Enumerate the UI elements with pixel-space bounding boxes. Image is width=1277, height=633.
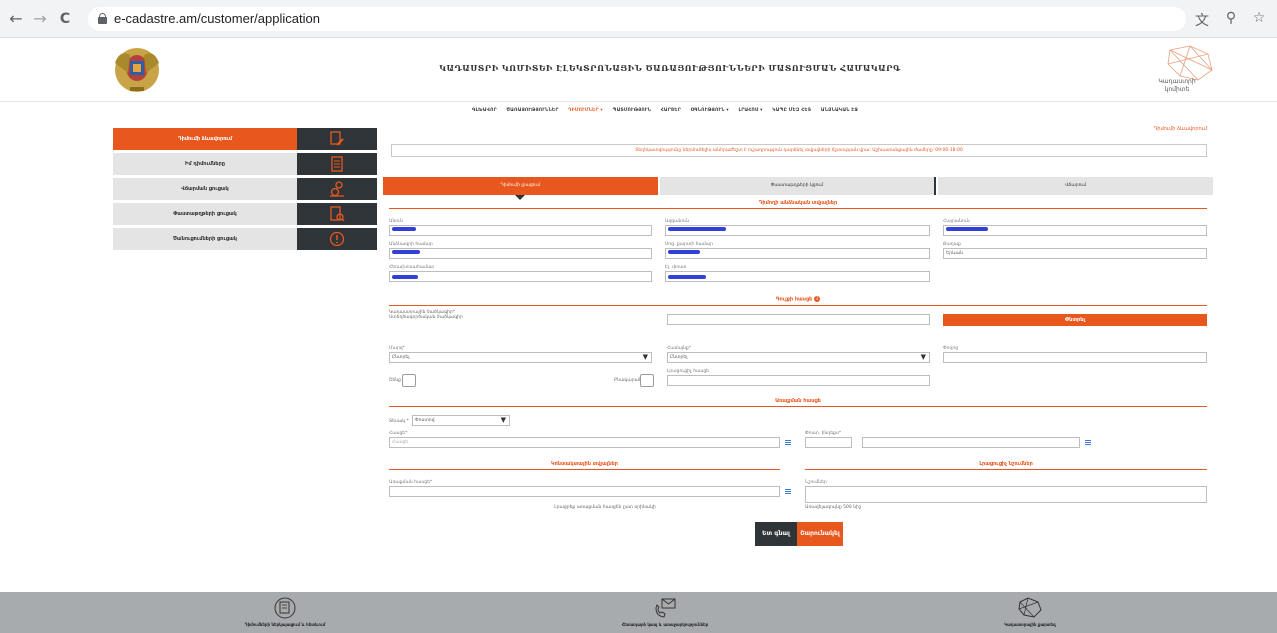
sidebar-item-documents[interactable]: Փաստաթղթերի ցուցակ bbox=[113, 203, 377, 225]
name-field[interactable]: Անուն bbox=[389, 218, 652, 236]
sidebar-item-payments[interactable]: Վճարման ցուցակ bbox=[113, 178, 377, 200]
tab-payment[interactable]: Վճարում bbox=[936, 177, 1214, 195]
phone-field[interactable]: Հեռախոսահամար bbox=[389, 264, 652, 282]
site-footer: Դիմումների ներկայացում և հետևում Հետադար… bbox=[0, 592, 1277, 633]
info-icon[interactable]: i bbox=[814, 296, 821, 302]
reload-icon[interactable]: C bbox=[55, 9, 75, 29]
chevron-down-icon: ▼ bbox=[920, 353, 926, 361]
redacted-mark bbox=[668, 250, 700, 254]
tab-fill-application[interactable]: Դիմումի լրացում bbox=[383, 177, 658, 200]
additional-address-field[interactable]: Լրացուցիչ հասցե bbox=[667, 368, 930, 386]
tab-attach-documents[interactable]: Փաստաթղթերի կցում bbox=[657, 177, 937, 195]
topmenu-profile[interactable]: ԱՆՁՆԱԿԱՆ ԷՋ bbox=[821, 108, 858, 113]
topmenu-faq[interactable]: ՀԱՐՑԵՐ bbox=[661, 108, 681, 113]
redacted-mark bbox=[946, 227, 988, 231]
coat-of-arms-icon bbox=[115, 48, 159, 92]
sidebar: Դիմումի ձևավորում Իմ դիմումները Վճարման … bbox=[113, 128, 377, 253]
list-icon[interactable] bbox=[785, 440, 791, 446]
apartment-label: Բնակարան bbox=[614, 378, 642, 383]
footer-item-map[interactable]: Կադաստրային քարտեզ bbox=[950, 596, 1110, 627]
document-list-icon bbox=[331, 156, 343, 172]
map-icon bbox=[1018, 597, 1042, 618]
city-field[interactable]: Քաղաք Երևան bbox=[943, 241, 1207, 259]
redacted-mark bbox=[392, 227, 416, 231]
topmenu-applications[interactable]: ԴԻՄՈՒՄՆԵՐ ▾ bbox=[568, 108, 603, 113]
site-title: ԿԱԴԱՍՏՐԻ ԿՈՄԻՏԵԻ ԷԼԵԿՏՐՈՆԱՅԻՆ ԾԱՌԱՅՈՒԹՅՈ… bbox=[439, 63, 901, 73]
footer-item-feedback[interactable]: Հետադարձ կապ և առաջարկություններ bbox=[585, 596, 745, 627]
street-field[interactable]: Փողոց bbox=[943, 345, 1207, 363]
delivery-type-select[interactable]: Փոստով ▼ bbox=[412, 415, 510, 426]
section-extra-title: Լրացուցիչ նշումներ bbox=[805, 461, 1207, 470]
page-title: Դիմումի ձևավորում bbox=[1153, 126, 1207, 132]
topmenu-history[interactable]: ՊԱՏՄՈՒԹՅՈՒՆ bbox=[613, 108, 652, 113]
delivery-address-field[interactable]: Առաքման հասցե* bbox=[389, 479, 780, 497]
main-content: Դիմումի ձևավորում Տեղեկատվությունը ներմո… bbox=[383, 124, 1214, 534]
comment-field[interactable]: Նշումներ bbox=[805, 479, 1207, 503]
post-index-field[interactable]: Փոստ. ինդեքս* bbox=[805, 430, 852, 448]
envelope-phone-icon bbox=[655, 598, 676, 618]
back-icon[interactable]: ← bbox=[6, 9, 26, 29]
url-text: e-cadastre.am/customer/application bbox=[114, 11, 320, 26]
list-icon[interactable] bbox=[1085, 440, 1091, 446]
next-button[interactable]: Շարունակել bbox=[797, 522, 843, 546]
footer-item-applications[interactable]: Դիմումների ներկայացում և հետևում bbox=[205, 596, 365, 627]
document-edit-icon bbox=[330, 131, 344, 146]
coins-icon bbox=[330, 181, 344, 197]
top-navigation: ԳԼԽԱՎՈՐ ԾԱՌԱՅՈՒԹՅՈՒՆՆԵՐ ԴԻՄՈՒՄՆԵՐ ▾ ՊԱՏՄ… bbox=[300, 108, 1030, 113]
translate-icon[interactable]: 文 bbox=[1193, 10, 1211, 30]
topmenu-news[interactable]: ԼՐԱՀՈՍ ▾ bbox=[739, 108, 763, 113]
apartment-input[interactable] bbox=[640, 374, 654, 387]
email-field[interactable]: Էլ. փոստ bbox=[665, 264, 930, 282]
sidebar-item-my-applications[interactable]: Իմ դիմումները bbox=[113, 153, 377, 175]
cadastre-code-input[interactable] bbox=[667, 314, 930, 325]
patronymic-field[interactable]: Հայրանուն bbox=[943, 218, 1207, 236]
chevron-down-icon: ▼ bbox=[642, 353, 648, 361]
ssn-field[interactable]: Սոց. քարտի համար bbox=[665, 241, 930, 259]
bookmark-star-icon[interactable]: ☆ bbox=[1250, 10, 1268, 26]
redacted-mark bbox=[668, 275, 706, 279]
delivery-type-label: Տեսակ * bbox=[389, 419, 409, 424]
topmenu-help[interactable]: ՕԳՆՈՒԹՅՈՒՆ ▾ bbox=[691, 108, 729, 113]
lock-icon bbox=[98, 13, 107, 24]
building-label: Շենք bbox=[389, 378, 401, 383]
cadastre-code-label: Կադաստրային ծածկագիր* Ստեղծագործական ծած… bbox=[389, 310, 463, 320]
browser-toolbar: ← → C e-cadastre.am/customer/application… bbox=[0, 0, 1277, 38]
step-tabs: Դիմումի լրացում Փաստաթղթերի կցում Վճարու… bbox=[383, 177, 1214, 200]
section-property-title: Գույքի հասցե i bbox=[389, 296, 1207, 306]
application-tracking-icon bbox=[274, 597, 296, 619]
topmenu-contact[interactable]: ԿԱՊԸ ՄԵԶ ՀԵՏ bbox=[772, 108, 811, 113]
topmenu-services[interactable]: ԾԱՌԱՅՈՒԹՅՈՒՆՆԵՐ bbox=[506, 108, 558, 113]
site-header: ԿԱԴԱՍՏՐԻ ԿՈՄԻՏԵԻ ԷԼԵԿՏՐՈՆԱՅԻՆ ԾԱՌԱՅՈՒԹՅՈ… bbox=[0, 38, 1277, 102]
search-button[interactable]: Փնտրել bbox=[943, 314, 1207, 326]
document-search-icon bbox=[330, 206, 345, 222]
list-icon[interactable] bbox=[785, 489, 791, 495]
forward-icon[interactable]: → bbox=[30, 9, 50, 29]
building-input[interactable] bbox=[402, 374, 416, 387]
region-select[interactable]: Մարզ* Ընտրել ▼ bbox=[389, 345, 652, 363]
chevron-down-icon: ▼ bbox=[500, 416, 506, 424]
address-bar[interactable]: e-cadastre.am/customer/application bbox=[88, 7, 1186, 31]
address-field[interactable]: Հասցե* Հասցե bbox=[389, 430, 780, 448]
post-index-extra-field[interactable] bbox=[862, 437, 1080, 448]
redacted-mark bbox=[668, 227, 726, 231]
section-delivery-title: Առաքման հասցե bbox=[389, 398, 1207, 407]
topmenu-home[interactable]: ԳԼԽԱՎՈՐ bbox=[472, 108, 497, 113]
logo-text: Կադաստրի կոմիտե bbox=[1158, 78, 1196, 93]
comment-hint: Առավելագույնը 500 նիշ bbox=[805, 505, 862, 510]
section-contact-title: Կոնտակտային տվյալներ bbox=[389, 461, 780, 470]
community-select[interactable]: Համայնք* Ընտրել ▼ bbox=[667, 345, 930, 363]
surname-field[interactable]: Ազգանուն bbox=[665, 218, 930, 236]
delivery-hint: Լրացրեք առաքման հասցեն ըստ օրինակի bbox=[554, 505, 656, 510]
back-button[interactable]: Ետ գնալ bbox=[755, 522, 797, 546]
sidebar-item-create-application[interactable]: Դիմումի ձևավորում bbox=[113, 128, 377, 150]
zoom-icon[interactable]: ⚲ bbox=[1222, 10, 1240, 26]
passport-field[interactable]: Անձնագրի համար bbox=[389, 241, 652, 259]
redacted-mark bbox=[392, 250, 420, 254]
sidebar-item-notifications[interactable]: Ծանուցումների ցուցակ bbox=[113, 228, 377, 250]
notification-icon bbox=[329, 231, 345, 247]
redacted-mark bbox=[392, 275, 418, 279]
notice-banner: Տեղեկատվությունը ներմուծելիս անհրաժեշտ է… bbox=[391, 144, 1207, 157]
section-applicant-title: Դիմողի անձնական տվյալներ bbox=[389, 200, 1207, 209]
